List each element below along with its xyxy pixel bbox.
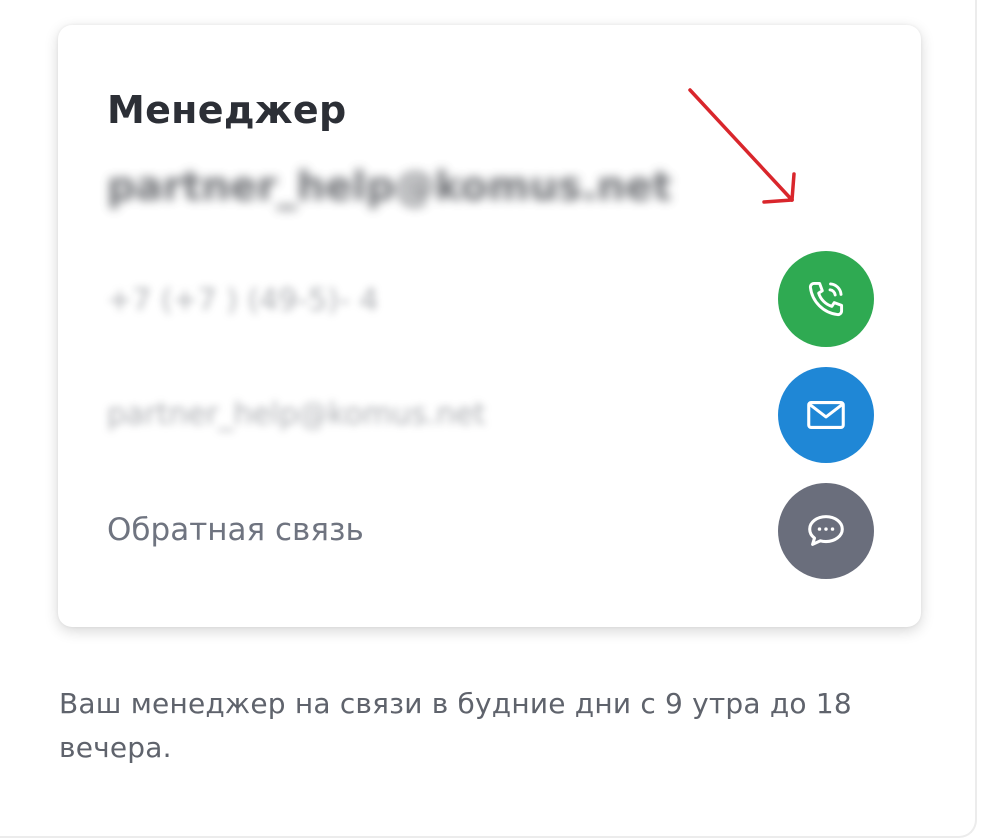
feedback-label: Обратная связь bbox=[107, 512, 364, 548]
call-button[interactable] bbox=[778, 251, 874, 347]
working-hours-note: Ваш менеджер на связи в будние дни с 9 у… bbox=[59, 687, 852, 764]
email-button[interactable] bbox=[778, 367, 874, 463]
annotation-arrow-icon bbox=[688, 88, 796, 204]
chat-bubble-icon bbox=[808, 515, 844, 546]
manager-title: Менеджер bbox=[107, 88, 347, 132]
manager-email-heading: partner_help@komus.net bbox=[107, 164, 672, 210]
phone-icon bbox=[808, 281, 844, 317]
manager-phone-number: +7 (+7 ) (49-5)- 4 bbox=[107, 283, 379, 318]
feedback-chat-button[interactable] bbox=[778, 483, 874, 579]
manager-email-address: partner_help@komus.net bbox=[107, 397, 486, 432]
envelope-icon bbox=[807, 401, 845, 429]
